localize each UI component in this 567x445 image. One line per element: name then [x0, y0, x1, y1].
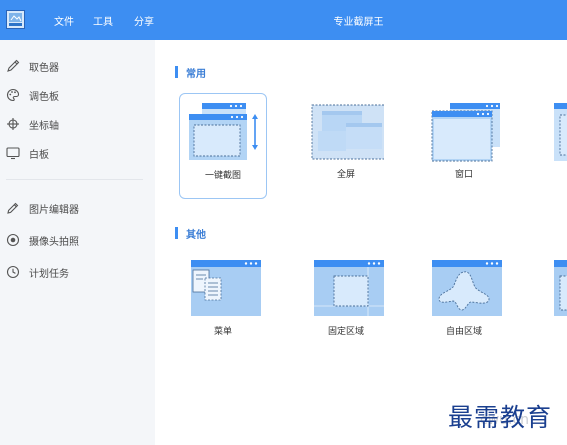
capture-fixed-region-label: 固定区域: [327, 327, 364, 337]
sidebar-item-label: 摄像头拍照: [29, 236, 79, 248]
capture-fixed-region-button[interactable]: 固定区域: [302, 250, 390, 356]
sidebar-item-label: 白板: [29, 149, 49, 161]
sidebar-item-coordinates[interactable]: 坐标轴: [6, 114, 59, 134]
sidebar-item-camera[interactable]: 摄像头拍照: [6, 230, 79, 250]
free-region-icon: [426, 256, 502, 320]
sidebar-item-image-editor[interactable]: 图片编辑器: [6, 198, 79, 218]
sidebar-item-label: 取色器: [29, 62, 59, 74]
capture-one-click-button[interactable]: 一键截图: [179, 93, 267, 199]
capture-window-button[interactable]: 窗口: [420, 93, 508, 199]
eyedropper-icon: [6, 59, 20, 73]
section-accent-bar: [175, 66, 178, 78]
capture-free-region-button[interactable]: 自由区域: [420, 250, 508, 356]
main-panel: 常用 一键截图 全屏 窗口 其他 菜单 固定区域 自由区域: [155, 40, 567, 445]
sidebar-item-label: 坐标轴: [29, 120, 59, 132]
capture-menu-label: 菜单: [213, 327, 232, 337]
app-title: 专业截屏王: [333, 17, 384, 28]
capture-fullscreen-label: 全屏: [336, 170, 355, 180]
section-title-label: 其他: [186, 229, 206, 241]
sidebar-item-scheduled-task[interactable]: 计划任务: [6, 262, 69, 282]
whiteboard-icon: [6, 146, 20, 160]
sidebar-item-label: 调色板: [29, 91, 59, 103]
capture-one-click-label: 一键截图: [204, 171, 241, 181]
camera-icon: [6, 233, 20, 247]
fullscreen-capture-icon: [308, 99, 384, 163]
section-title-label: 常用: [186, 68, 206, 80]
window-capture-icon: [426, 99, 502, 163]
capture-more-icon: [546, 99, 567, 163]
sidebar-divider: [6, 179, 143, 180]
one-click-capture-icon: [186, 100, 262, 164]
capture-other-more-button[interactable]: [540, 250, 567, 356]
sidebar-item-palette[interactable]: 调色板: [6, 85, 59, 105]
palette-icon: [6, 88, 20, 102]
app-window: 文件 工具 分享 专业截屏王 取色器 调色板 坐标轴 白板 图片编辑器 摄像头拍…: [0, 0, 567, 445]
sidebar-item-label: 图片编辑器: [29, 204, 79, 216]
watermark-logo: 最需教育: [448, 403, 553, 432]
capture-window-label: 窗口: [454, 170, 473, 180]
capture-free-region-label: 自由区域: [445, 327, 482, 337]
crosshair-icon: [6, 117, 20, 131]
sidebar-item-label: 计划任务: [29, 268, 69, 280]
section-title-other: 其他: [175, 226, 206, 241]
section-accent-bar: [175, 227, 178, 239]
section-title-common: 常用: [175, 65, 206, 80]
fixed-region-icon: [308, 256, 384, 320]
capture-menu-button[interactable]: 菜单: [179, 250, 267, 356]
capture-more-button[interactable]: [540, 93, 567, 199]
sidebar-item-eyedropper[interactable]: 取色器: [6, 56, 59, 76]
sidebar-item-whiteboard[interactable]: 白板: [6, 143, 49, 163]
pencil-icon: [6, 201, 20, 215]
sidebar: 取色器 调色板 坐标轴 白板 图片编辑器 摄像头拍照 计划任务: [0, 40, 155, 445]
menu-capture-icon: [185, 256, 261, 320]
capture-other-more-icon: [546, 256, 567, 320]
clock-icon: [6, 265, 20, 279]
capture-fullscreen-button[interactable]: 全屏: [302, 93, 390, 199]
title-bar: 文件 工具 分享 专业截屏王: [0, 0, 567, 40]
